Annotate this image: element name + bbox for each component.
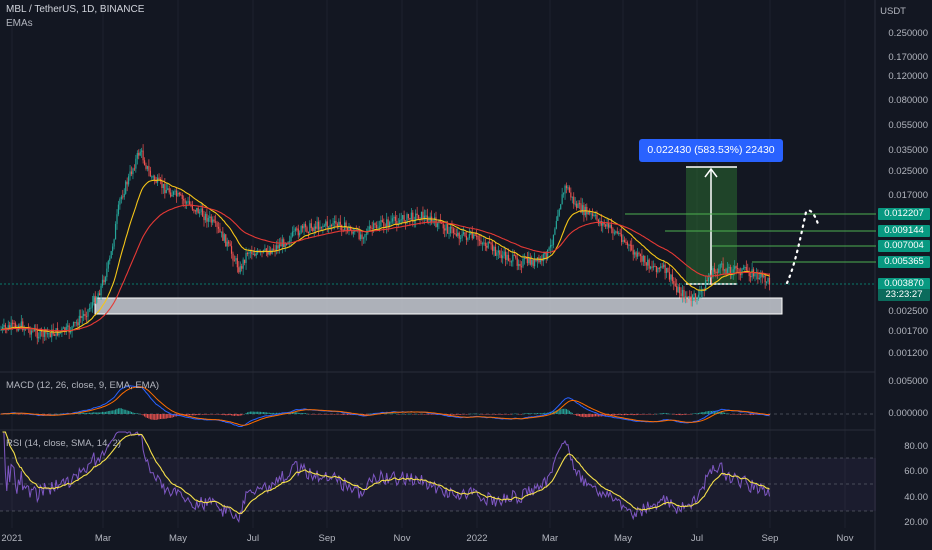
time-tick: Jul	[246, 533, 260, 544]
time-tick: Jul	[690, 533, 704, 544]
time-tick: Nov	[393, 533, 411, 544]
time-tick: Sep	[318, 533, 336, 544]
currency-label: USDT	[880, 6, 906, 17]
price-tick: 0.055000	[888, 120, 928, 131]
time-tick: Mar	[541, 533, 559, 544]
support-zone[interactable]	[94, 297, 783, 315]
price-tick: 0.001200	[888, 348, 928, 359]
time-tick: 2022	[466, 533, 488, 544]
measure-label[interactable]: 0.022430 (583.53%) 22430	[639, 139, 783, 162]
level-tag: 0.009144	[878, 225, 930, 237]
time-tick: May	[169, 533, 187, 544]
time-tick: 2021	[1, 533, 23, 544]
rsi-tick: 40.00	[904, 492, 928, 503]
price-tick: 0.170000	[888, 52, 928, 63]
level-tag: 0.012207	[878, 208, 930, 220]
rsi-title[interactable]: RSI (14, close, SMA, 14, 2)	[6, 438, 121, 449]
target-levels[interactable]	[625, 213, 876, 263]
rsi-tick: 20.00	[904, 517, 928, 528]
level-tag: 0.007004	[878, 240, 930, 252]
macd-title[interactable]: MACD (12, 26, close, 9, EMA, EMA)	[6, 380, 159, 391]
price-tick: 0.025000	[888, 166, 928, 177]
time-tick: Mar	[94, 533, 112, 544]
price-tick: 0.120000	[888, 71, 928, 82]
countdown-tag: 23:23:27	[878, 289, 930, 301]
price-tick: 0.001700	[888, 326, 928, 337]
macd-signal-line	[1, 386, 770, 426]
macd-tick: 0.000000	[888, 408, 928, 419]
rsi-tick: 60.00	[904, 466, 928, 477]
macd-tick: 0.005000	[888, 376, 928, 387]
price-tick: 0.035000	[888, 145, 928, 156]
price-tick: 0.250000	[888, 28, 928, 39]
rsi-tick: 80.00	[904, 441, 928, 452]
time-tick: Nov	[836, 533, 854, 544]
level-tag: 0.005365	[878, 256, 930, 268]
projection-dots	[785, 209, 820, 285]
price-chart[interactable]	[0, 0, 932, 550]
macd-line	[0, 385, 770, 427]
symbol-title[interactable]: MBL / TetherUS, 1D, BINANCE	[6, 4, 144, 15]
time-tick: May	[614, 533, 632, 544]
time-tick: Sep	[761, 533, 779, 544]
price-tick: 0.002500	[888, 306, 928, 317]
price-tick: 0.080000	[888, 95, 928, 106]
ema-indicator-label[interactable]: EMAs	[6, 18, 33, 29]
price-tick: 0.017000	[888, 190, 928, 201]
